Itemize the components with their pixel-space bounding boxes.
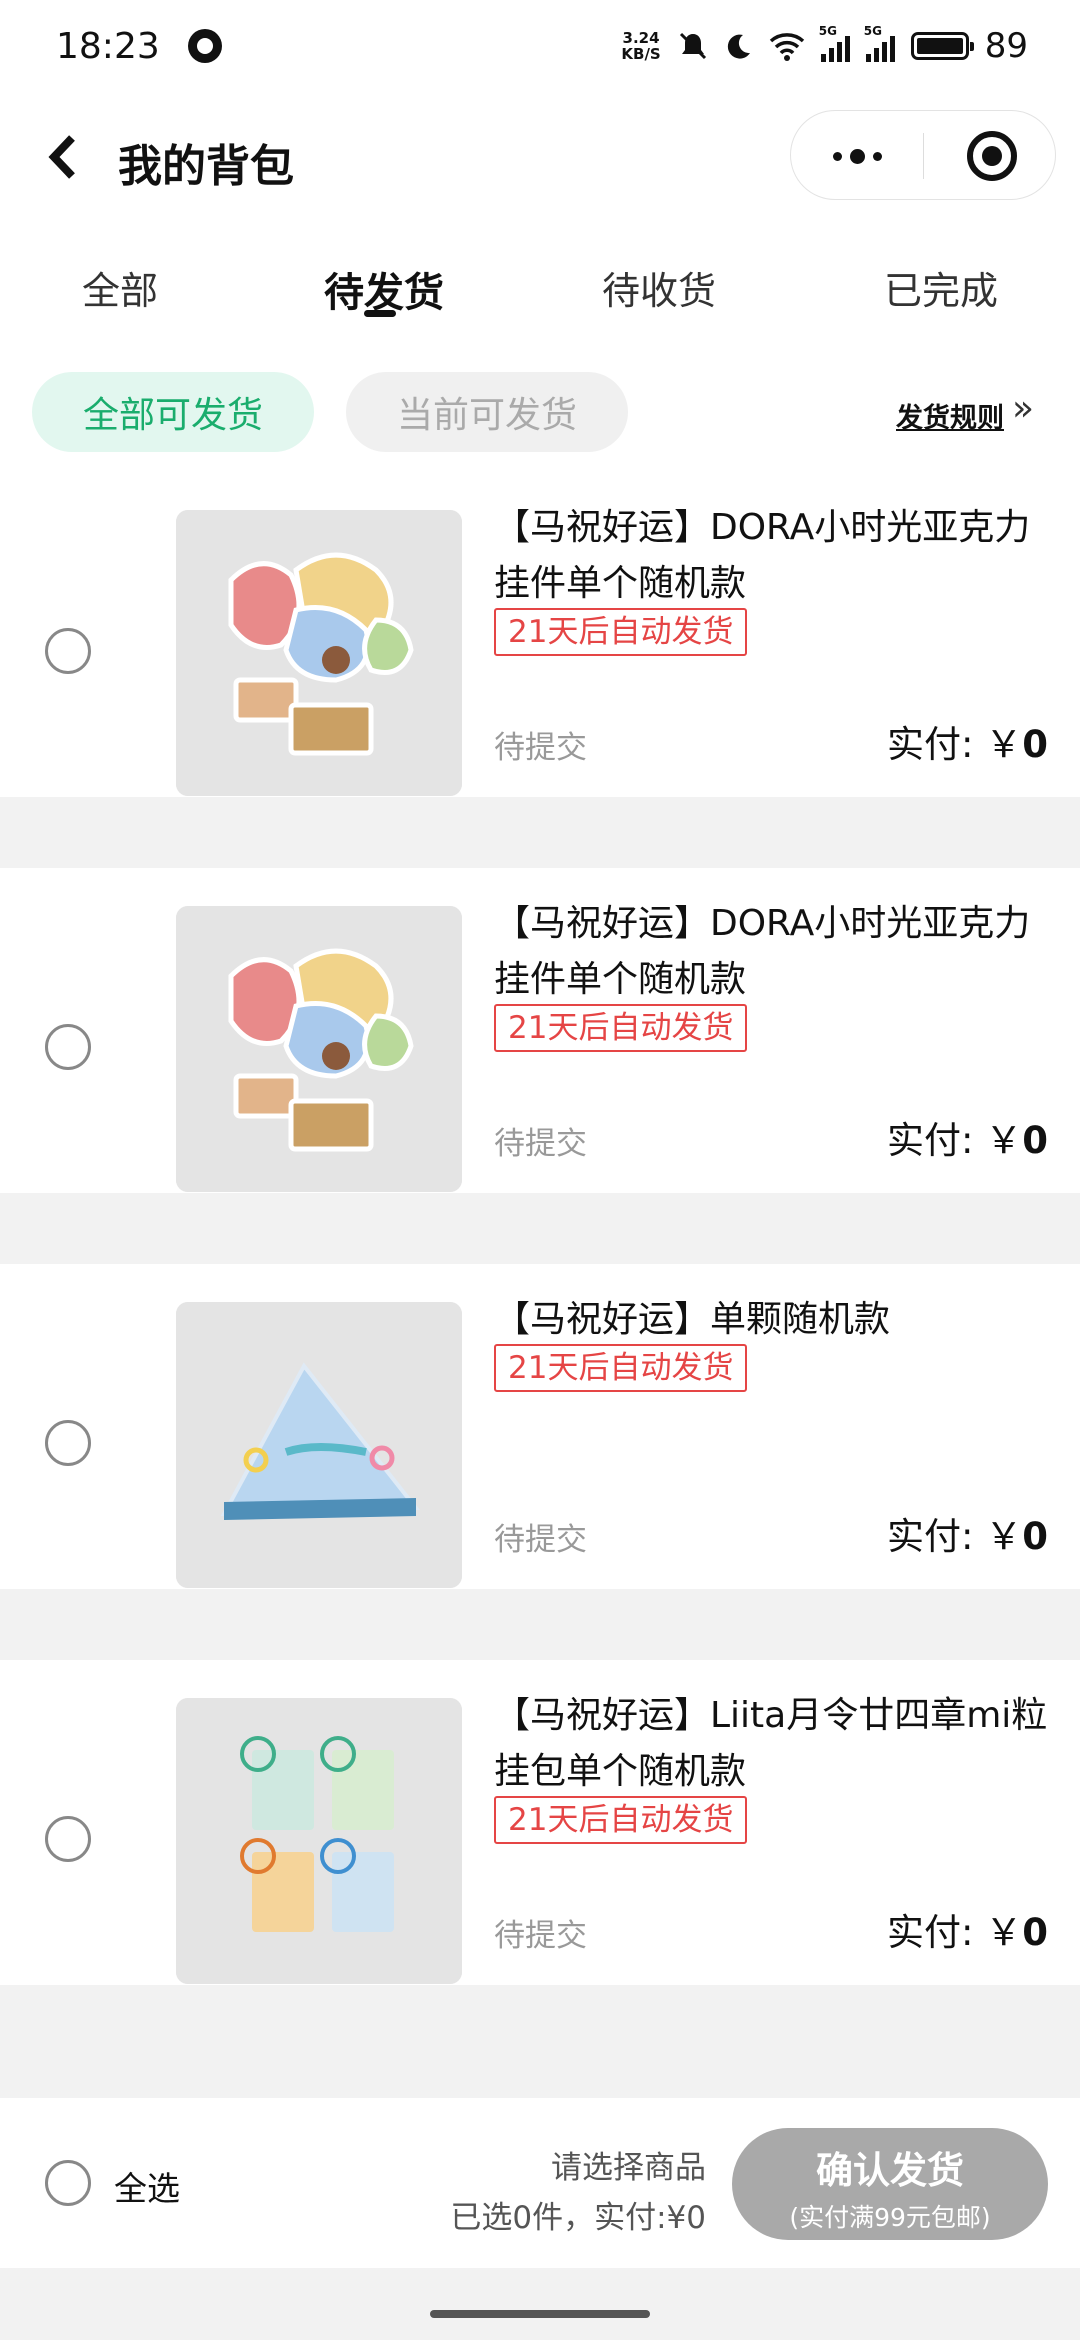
price-label: 实付: ￥ [887, 723, 1023, 766]
price-value: 0 [1022, 1119, 1048, 1162]
price-value: 0 [1022, 723, 1048, 766]
confirm-shipment-button[interactable]: 确认发货 (实付满99元包邮) [732, 2128, 1048, 2240]
product-name: 【马祝好运】Liita月令廿四章mi粒挂包单个随机款 [494, 1695, 1048, 1792]
product-image [176, 510, 462, 796]
list-item: 【马祝好运】DORA小时光亚克力挂件单个随机款 21天后自动发货 待提交 实付:… [0, 472, 1080, 797]
product-name: 【马祝好运】DORA小时光亚克力挂件单个随机款 [494, 903, 1031, 1000]
more-button[interactable] [791, 111, 923, 201]
price-label: 实付: ￥ [887, 1911, 1023, 1954]
price-label: 实付: ￥ [887, 1119, 1023, 1162]
item-price: 实付: ￥0 [887, 1902, 1048, 1956]
list-item: 【马祝好运】Liita月令廿四章mi粒挂包单个随机款 21天后自动发货 待提交 … [0, 1660, 1080, 1985]
bottom-action-bar: 全选 请选择商品 已选0件，实付:¥0 确认发货 (实付满99元包邮) [0, 2098, 1080, 2268]
more-dot-icon [872, 151, 882, 161]
selection-hint: 请选择商品 [551, 2150, 706, 2186]
signal-icon-2: 5G [864, 24, 895, 62]
capsule-divider [923, 133, 924, 179]
price-value: 0 [1022, 1515, 1048, 1558]
signal-label-2: 5G [863, 24, 882, 38]
item-price: 实付: ￥0 [887, 1506, 1048, 1560]
item-select-radio[interactable] [45, 1420, 91, 1466]
order-tabs: 全部 待发货 待收货 已完成 [0, 232, 1080, 352]
item-select-radio[interactable] [45, 1816, 91, 1862]
free-shipping-note: (实付满99元包邮) [789, 2203, 991, 2232]
item-status: 待提交 [494, 730, 587, 766]
item-select-radio[interactable] [45, 628, 91, 674]
auto-ship-badge: 21天后自动发货 [494, 608, 748, 656]
auto-ship-badge: 21天后自动发货 [494, 1796, 748, 1844]
network-speed: 3.24 KB/S [621, 30, 660, 62]
list-item: 【马祝好运】DORA小时光亚克力挂件单个随机款 21天后自动发货 待提交 实付:… [0, 868, 1080, 1193]
battery-icon [910, 32, 974, 60]
select-all-radio[interactable] [45, 2160, 91, 2206]
item-status: 待提交 [494, 1918, 587, 1954]
price-value: 0 [1022, 1911, 1048, 1954]
network-speed-value: 3.24 [622, 29, 660, 47]
header: 我的背包 [0, 92, 1080, 232]
signal-label: 5G [818, 24, 837, 38]
auto-ship-badge: 21天后自动发货 [494, 1004, 748, 1052]
status-icons: 3.24 KB/S 5G 5G 89 [621, 24, 1028, 66]
page-title: 我的背包 [118, 141, 294, 192]
list-item: 【马祝好运】单颗随机款 21天后自动发货 待提交 实付: ￥0 [0, 1264, 1080, 1589]
more-dot-icon [849, 148, 865, 164]
item-price: 实付: ￥0 [887, 714, 1048, 768]
status-bar: 18:23 3.24 KB/S 5G 5G 89 [0, 0, 1080, 92]
status-time: 18:23 [56, 25, 160, 67]
item-select-radio[interactable] [45, 1024, 91, 1070]
tab-all[interactable]: 全部 [82, 260, 158, 315]
filter-all-shippable[interactable]: 全部可发货 [32, 372, 314, 452]
network-speed-unit: KB/S [621, 45, 661, 63]
tab-completed[interactable]: 已完成 [884, 260, 998, 315]
product-name: 【马祝好运】单颗随机款 [494, 1299, 891, 1340]
product-image [176, 1302, 462, 1588]
tab-pending-receipt[interactable]: 待收货 [602, 260, 716, 315]
mini-program-capsule [790, 110, 1056, 200]
item-status: 待提交 [494, 1126, 587, 1162]
battery-level: 89 [984, 26, 1028, 66]
select-all-label[interactable]: 全选 [114, 2162, 180, 2210]
product-image [176, 906, 462, 1192]
acrylic-charm-image [176, 906, 462, 1192]
item-status: 待提交 [494, 1522, 587, 1558]
charm-bag-image [176, 1698, 462, 1984]
product-image [176, 1698, 462, 1984]
moon-icon [727, 34, 750, 59]
wifi-icon [769, 33, 804, 61]
item-price: 实付: ￥0 [887, 1110, 1048, 1164]
shipping-rules-link[interactable]: 发货规则 [896, 396, 1004, 435]
product-name: 【马祝好运】DORA小时光亚克力挂件单个随机款 [494, 507, 1031, 604]
home-indicator[interactable] [430, 2310, 650, 2318]
filter-bar: 全部可发货 当前可发货 发货规则 » [0, 352, 1080, 472]
candy-pack-image [176, 1302, 462, 1588]
signal-icon: 5G [819, 24, 850, 62]
double-chevron-right-icon[interactable]: » [1012, 388, 1034, 429]
confirm-shipment-label: 确认发货 [816, 2149, 964, 2192]
acrylic-charm-image [176, 510, 462, 796]
auto-ship-badge: 21天后自动发货 [494, 1344, 748, 1392]
filter-current-shippable[interactable]: 当前可发货 [346, 372, 628, 452]
price-label: 实付: ￥ [887, 1515, 1023, 1558]
app-notification-icon [187, 29, 222, 63]
back-arrow-icon[interactable] [38, 132, 88, 182]
selection-summary: 已选0件，实付:¥0 [450, 2200, 706, 2236]
mute-icon [679, 32, 706, 60]
active-tab-indicator [364, 310, 396, 317]
more-dot-icon [832, 151, 842, 161]
close-mini-program-icon[interactable] [967, 131, 1017, 181]
